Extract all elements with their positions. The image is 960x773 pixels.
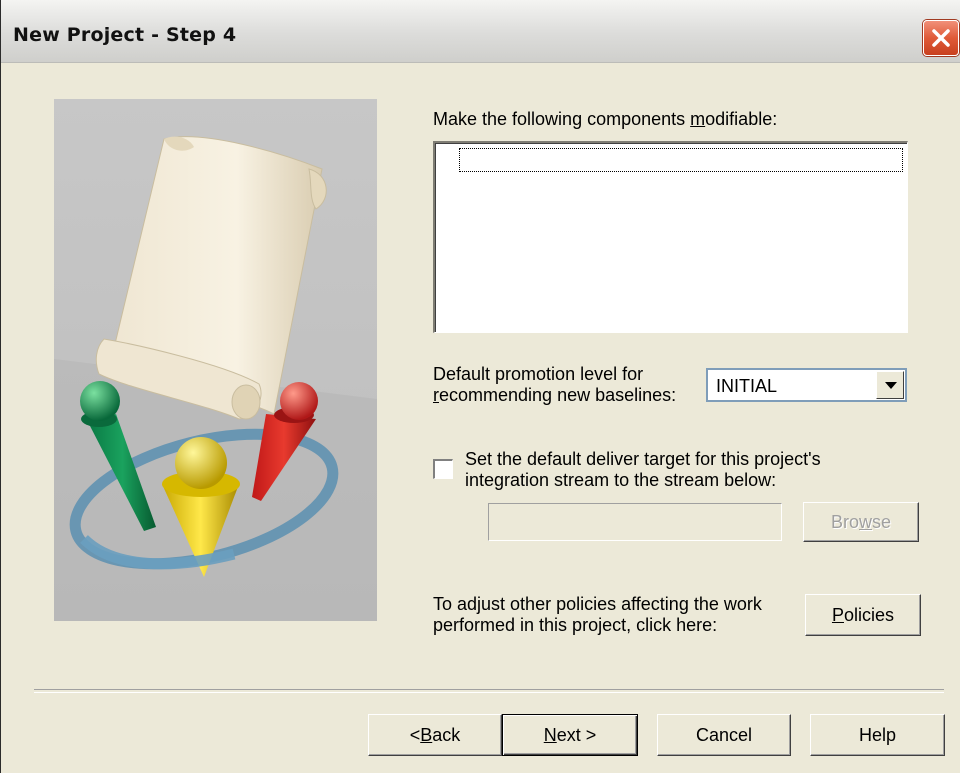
policies-button-label: Policies xyxy=(831,605,895,625)
scroll-and-figures-image xyxy=(54,136,377,621)
back-button-label: < Back xyxy=(409,725,461,745)
title-bar[interactable]: New Project - Step 4 xyxy=(1,0,960,63)
close-button[interactable] xyxy=(923,20,959,56)
new-project-dialog: New Project - Step 4 Make the following … xyxy=(0,0,960,773)
next-button[interactable]: Next > xyxy=(502,714,638,756)
next-button-label: Next > xyxy=(543,725,597,745)
cancel-button-label: Cancel xyxy=(695,725,753,745)
promotion-level-value: INITIAL xyxy=(716,376,778,396)
stream-input[interactable] xyxy=(488,503,782,541)
window-title: New Project - Step 4 xyxy=(13,24,237,46)
deliver-target-label-line1: Set the default deliver target for this … xyxy=(465,449,821,469)
cancel-button[interactable]: Cancel xyxy=(657,714,791,756)
promotion-label-line2: recommending new baselines: xyxy=(433,385,677,405)
help-button[interactable]: Help xyxy=(810,714,945,756)
components-label: Make the following components modifiable… xyxy=(433,109,778,129)
promotion-level-select[interactable]: INITIAL xyxy=(706,368,907,402)
back-button[interactable]: < Back xyxy=(368,714,502,756)
wizard-illustration xyxy=(54,99,377,621)
list-focus-item[interactable] xyxy=(459,148,903,172)
policies-text-line1: To adjust other policies affecting the w… xyxy=(433,594,762,614)
deliver-target-checkbox[interactable] xyxy=(433,459,453,479)
browse-button-label: Browse xyxy=(830,512,892,532)
help-button-label: Help xyxy=(858,725,897,745)
components-list[interactable] xyxy=(433,141,908,333)
deliver-target-label-line2: integration stream to the stream below: xyxy=(465,470,777,490)
policies-button[interactable]: Policies xyxy=(805,594,921,636)
footer-separator xyxy=(34,689,944,693)
close-icon xyxy=(932,29,950,47)
browse-button[interactable]: Browse xyxy=(803,502,919,542)
policies-text-line2: performed in this project, click here: xyxy=(433,615,718,635)
promotion-label-line1: Default promotion level for xyxy=(433,364,644,384)
chevron-down-icon[interactable] xyxy=(876,371,904,399)
